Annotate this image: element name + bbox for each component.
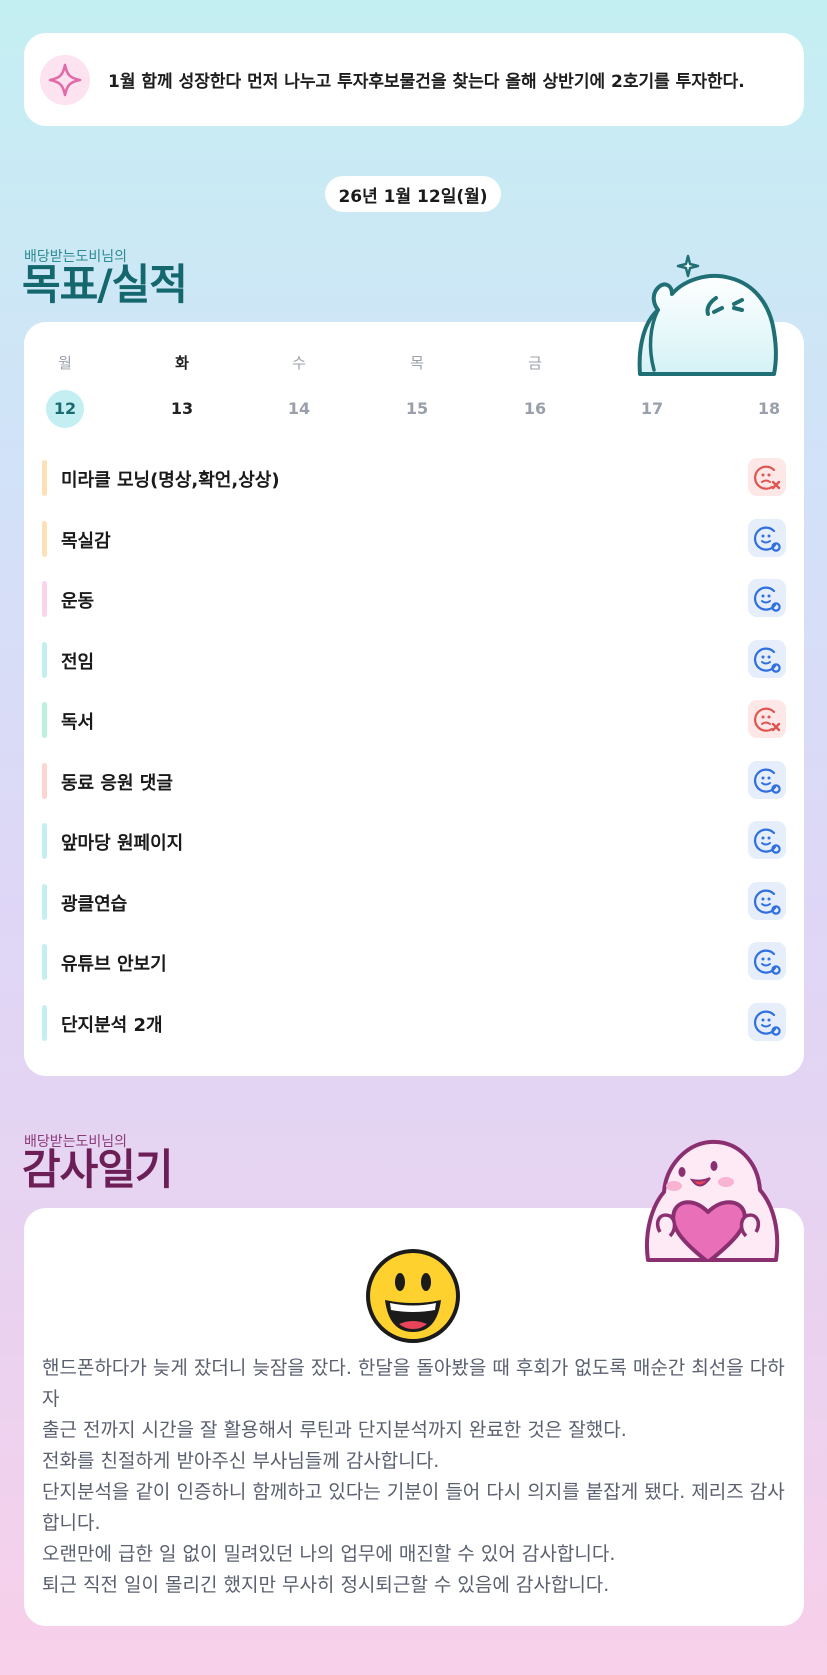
habit-color-bar bbox=[42, 762, 47, 799]
habit-missed-icon[interactable] bbox=[748, 700, 786, 738]
habit-done-icon[interactable] bbox=[748, 881, 786, 920]
goals-card: 월 12 화 13 수 14 목 15 금 16 토 17 18 미라클 모닝(… bbox=[24, 322, 804, 1076]
day-name: 목 bbox=[410, 354, 424, 372]
day-monday[interactable]: 월 12 bbox=[35, 352, 95, 428]
habit-label: 앞마당 원페이지 bbox=[61, 833, 184, 854]
habit-label: 전임 bbox=[61, 651, 95, 673]
habit-done-icon[interactable] bbox=[748, 579, 786, 617]
habit-row[interactable]: 동료 응원 댓글 bbox=[42, 753, 786, 814]
habit-done-icon[interactable] bbox=[748, 942, 786, 980]
day-number: 12 bbox=[46, 390, 84, 428]
goals-section-title: 목표/실적 bbox=[22, 260, 188, 309]
habit-label: 운동 bbox=[61, 591, 95, 612]
sparkle-icon bbox=[40, 54, 90, 105]
goal-banner: 1월 함께 성장한다 먼저 나누고 투자후보물건을 찾는다 올해 상반기에 2호… bbox=[24, 33, 804, 126]
habit-row[interactable]: 광클연습 bbox=[42, 874, 786, 935]
day-number: 18 bbox=[757, 399, 781, 418]
habit-done-icon[interactable] bbox=[748, 639, 786, 678]
diary-line: 퇴근 직전 일이 몰리긴 했지만 무사히 정시퇴근할 수 있음에 감사합니다. bbox=[42, 1574, 610, 1596]
day-number: 13 bbox=[170, 399, 194, 418]
habit-label: 단지분석 2개 bbox=[61, 1014, 163, 1036]
date-selector[interactable]: 26년 1월 12일(월) bbox=[325, 176, 501, 212]
day-name: 수 bbox=[292, 354, 306, 372]
habit-color-bar bbox=[42, 460, 47, 496]
habit-done-icon[interactable] bbox=[748, 760, 786, 799]
day-name: 월 bbox=[58, 354, 72, 372]
heart-mascot-icon bbox=[645, 1139, 780, 1262]
habit-row[interactable]: 앞마당 원페이지 bbox=[42, 813, 786, 874]
habit-row[interactable]: 단지분석 2개 bbox=[42, 995, 786, 1056]
habit-label: 유튜브 안보기 bbox=[61, 954, 167, 975]
habit-color-bar bbox=[42, 581, 47, 617]
habit-label: 목실감 bbox=[61, 530, 111, 552]
diary-line: 단지분석을 같이 인증하니 함께하고 있다는 기분이 들어 다시 의지를 붙잡게… bbox=[42, 1481, 785, 1534]
habit-row[interactable]: 유튜브 안보기 bbox=[42, 934, 786, 995]
day-wednesday[interactable]: 수 14 bbox=[269, 352, 329, 428]
day-name: 금 bbox=[528, 354, 542, 372]
habit-row[interactable]: 목실감 bbox=[42, 511, 786, 572]
gratitude-diary-text: 핸드폰하다가 늦게 잤더니 늦잠을 잤다. 한달을 돌아봤을 때 후회가 없도록… bbox=[42, 1353, 786, 1601]
habit-label: 광클연습 bbox=[61, 893, 128, 915]
habit-row[interactable]: 미라클 모닝(명상,확언,상상) bbox=[42, 450, 786, 511]
habit-color-bar bbox=[42, 520, 47, 557]
habit-color-bar bbox=[42, 1004, 47, 1041]
day-tuesday[interactable]: 화 13 bbox=[152, 352, 212, 428]
habit-color-bar bbox=[42, 944, 47, 980]
goal-text: 1월 함께 성장한다 먼저 나누고 투자후보물건을 찾는다 올해 상반기에 2호… bbox=[108, 72, 745, 92]
habit-done-icon[interactable] bbox=[748, 1002, 786, 1041]
habit-missed-icon[interactable] bbox=[748, 458, 786, 496]
diary-line: 오랜만에 급한 일 없이 밀려있던 나의 업무에 매진할 수 있어 감사합니다. bbox=[42, 1543, 616, 1565]
habit-done-icon[interactable] bbox=[748, 518, 786, 557]
diary-line: 전화를 친절하게 받아주신 부사님들께 감사합니다. bbox=[42, 1450, 440, 1472]
habit-done-icon[interactable] bbox=[748, 821, 786, 859]
gratitude-section-title: 감사일기 bbox=[22, 1145, 174, 1194]
habit-list: 미라클 모닝(명상,확언,상상) 목실감 운동 전임 독서 동료 응원 댓글 앞… bbox=[42, 450, 786, 1055]
habit-color-bar bbox=[42, 823, 47, 859]
day-number: 17 bbox=[640, 399, 664, 418]
gratitude-card: 핸드폰하다가 늦게 잤더니 늦잠을 잤다. 한달을 돌아봤을 때 후회가 없도록… bbox=[24, 1208, 804, 1626]
grinning-face-icon bbox=[365, 1248, 461, 1344]
habit-label: 동료 응원 댓글 bbox=[61, 772, 173, 794]
day-name: 화 bbox=[175, 354, 189, 372]
habit-row[interactable]: 전임 bbox=[42, 632, 786, 693]
day-number: 15 bbox=[405, 399, 429, 418]
habit-color-bar bbox=[42, 641, 47, 678]
diary-line: 핸드폰하다가 늦게 잤더니 늦잠을 잤다. 한달을 돌아봤을 때 후회가 없도록… bbox=[42, 1357, 785, 1410]
ghost-mascot-icon bbox=[637, 254, 778, 376]
diary-line: 출근 전까지 시간을 잘 활용해서 루틴과 단지분석까지 완료한 것은 잘했다. bbox=[42, 1419, 627, 1441]
habit-label: 미라클 모닝(명상,확언,상상) bbox=[61, 470, 280, 491]
day-thursday[interactable]: 목 15 bbox=[387, 352, 447, 428]
habit-label: 독서 bbox=[61, 712, 95, 733]
habit-row[interactable]: 독서 bbox=[42, 692, 786, 753]
habit-color-bar bbox=[42, 702, 47, 738]
habit-row[interactable]: 운동 bbox=[42, 571, 786, 632]
day-number: 16 bbox=[523, 399, 547, 418]
day-friday[interactable]: 금 16 bbox=[505, 352, 565, 428]
day-number: 14 bbox=[287, 399, 311, 418]
habit-color-bar bbox=[42, 883, 47, 920]
